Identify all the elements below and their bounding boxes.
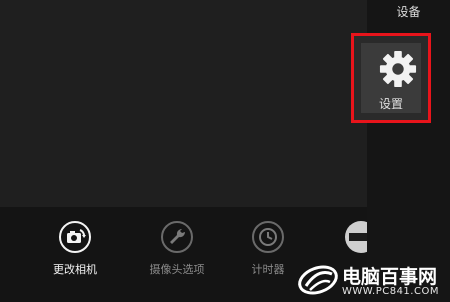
settings-tile-inner[interactable]: 设置 [361,43,421,113]
clock-icon [252,221,284,253]
partial-command-disc [345,221,367,253]
partial-round-icon[interactable] [345,221,367,253]
settings-label: 设置 [378,97,403,111]
camera-viewport [0,0,367,207]
watermark-url: WWW.PC841.COM [342,286,439,297]
partial-command-bar [349,233,367,241]
watermark-text: 电脑百事网 [342,266,438,288]
camera-options-label: 摄像头选项 [149,263,205,276]
swirl-logo-icon [298,265,338,295]
gear-icon [379,50,417,88]
camera-switch-icon [59,221,91,253]
change-camera-button[interactable]: 更改相机 [35,221,115,277]
settings-button[interactable]: 设置 [351,33,431,123]
camera-options-button[interactable]: 摄像头选项 [137,221,217,277]
charms-title: 设备 [396,5,421,19]
change-camera-label: 更改相机 [53,263,97,276]
wrench-icon [161,221,193,253]
watermark: 电脑百事网 WWW.PC841.COM [296,258,450,302]
